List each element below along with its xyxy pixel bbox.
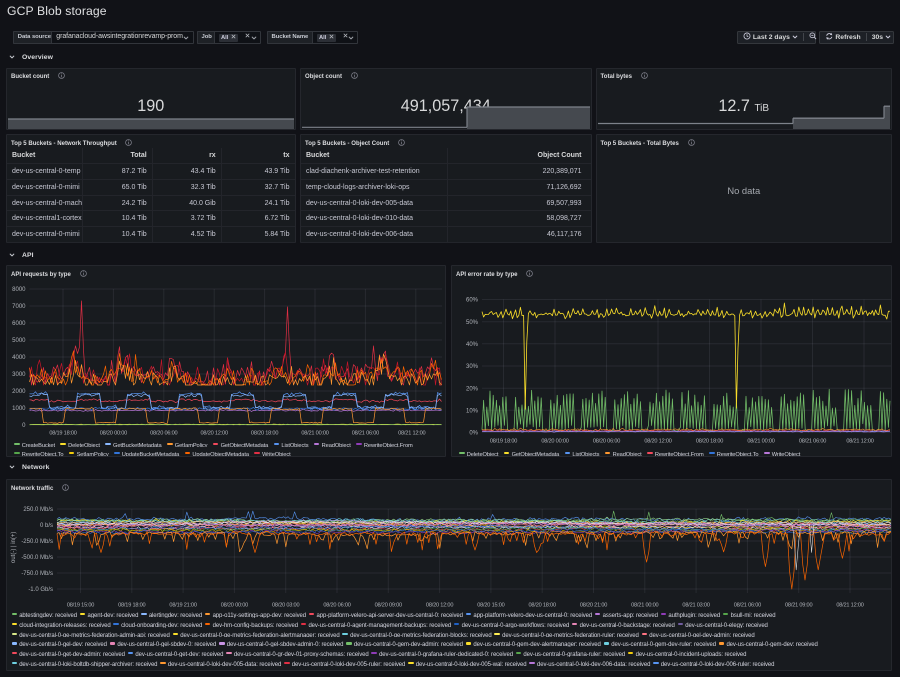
svg-text:08/19 18:00: 08/19 18:00 bbox=[490, 439, 517, 445]
svg-text:08/20 18:00: 08/20 18:00 bbox=[251, 431, 278, 437]
svg-text:-250.0 Mb/s: -250.0 Mb/s bbox=[21, 539, 53, 545]
svg-text:-1.0 Gb/s: -1.0 Gb/s bbox=[28, 587, 53, 593]
svg-text:0 b/s: 0 b/s bbox=[40, 523, 53, 529]
svg-text:50%: 50% bbox=[466, 320, 479, 326]
svg-text:-500.0 Mb/s: -500.0 Mb/s bbox=[21, 555, 53, 561]
svg-text:10%: 10% bbox=[466, 409, 479, 415]
svg-text:08/20 18:00: 08/20 18:00 bbox=[696, 439, 723, 445]
svg-text:40%: 40% bbox=[466, 342, 479, 348]
svg-text:0: 0 bbox=[22, 423, 26, 429]
svg-text:08/21 00:00: 08/21 00:00 bbox=[747, 439, 774, 445]
svg-text:0%: 0% bbox=[469, 431, 478, 437]
svg-text:08/21 06:00: 08/21 06:00 bbox=[352, 431, 379, 437]
svg-text:30%: 30% bbox=[466, 364, 479, 370]
svg-text:4000: 4000 bbox=[12, 355, 26, 361]
svg-text:08/20 12:00: 08/20 12:00 bbox=[644, 439, 671, 445]
svg-text:08/21 06:00: 08/21 06:00 bbox=[799, 439, 826, 445]
svg-text:5000: 5000 bbox=[12, 338, 26, 344]
svg-text:08/20 12:00: 08/20 12:00 bbox=[201, 431, 228, 437]
svg-text:08/21 00:00: 08/21 00:00 bbox=[301, 431, 328, 437]
svg-text:08/21 12:00: 08/21 12:00 bbox=[398, 431, 425, 437]
svg-text:6000: 6000 bbox=[12, 321, 26, 327]
svg-text:250.0 Mb/s: 250.0 Mb/s bbox=[23, 507, 53, 513]
svg-text:2000: 2000 bbox=[12, 389, 26, 395]
svg-text:08/21 12:00: 08/21 12:00 bbox=[846, 439, 873, 445]
svg-text:08/20 06:00: 08/20 06:00 bbox=[593, 439, 620, 445]
svg-text:3000: 3000 bbox=[12, 372, 26, 378]
svg-text:08/19 18:00: 08/19 18:00 bbox=[49, 431, 76, 437]
svg-text:1000: 1000 bbox=[12, 406, 26, 412]
svg-text:08/20 00:00: 08/20 00:00 bbox=[100, 431, 127, 437]
svg-text:-750.0 Mb/s: -750.0 Mb/s bbox=[21, 571, 53, 577]
svg-text:08/20 06:00: 08/20 06:00 bbox=[150, 431, 177, 437]
svg-text:7000: 7000 bbox=[12, 304, 26, 310]
svg-text:20%: 20% bbox=[466, 386, 479, 392]
svg-text:08/20 00:00: 08/20 00:00 bbox=[541, 439, 568, 445]
svg-text:60%: 60% bbox=[466, 298, 479, 304]
svg-text:8000: 8000 bbox=[12, 287, 26, 293]
